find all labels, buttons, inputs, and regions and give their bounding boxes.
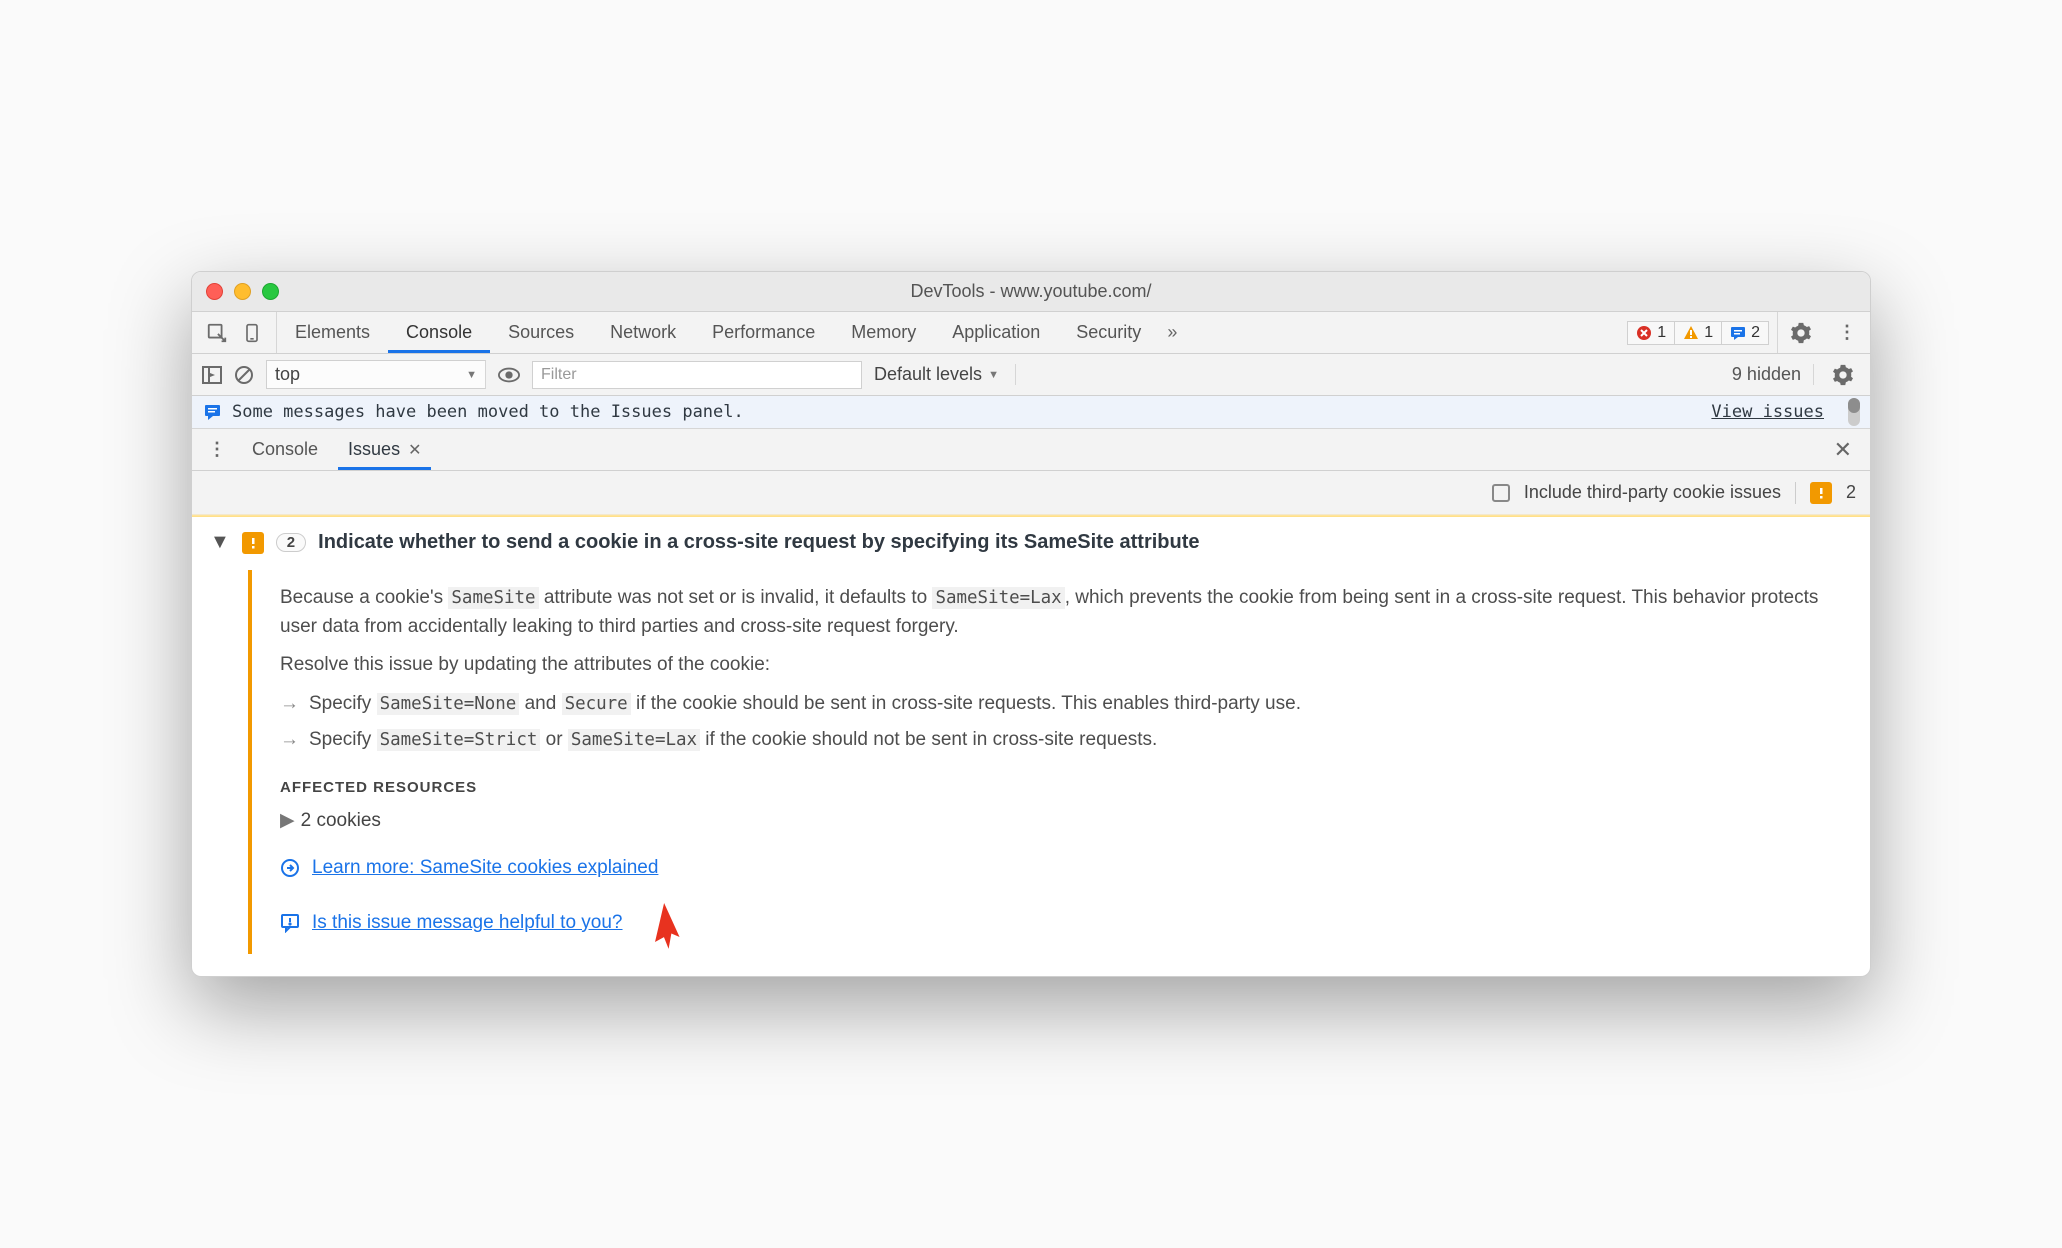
annotation-arrow bbox=[629, 895, 694, 960]
issues-toolbar: Include third-party cookie issues 2 bbox=[192, 471, 1870, 515]
error-counter[interactable]: 1 bbox=[1627, 321, 1675, 345]
drawer-tabs: ⋮ Console Issues ✕ ✕ bbox=[192, 429, 1870, 471]
learn-more-link[interactable]: Learn more: SameSite cookies explained bbox=[312, 854, 658, 883]
live-expression-icon[interactable] bbox=[498, 367, 520, 383]
error-icon bbox=[1636, 325, 1652, 341]
window-title: DevTools - www.youtube.com/ bbox=[910, 281, 1151, 302]
status-counters: 1 1 2 bbox=[1627, 321, 1769, 345]
log-levels-selector[interactable]: Default levels ▼ bbox=[874, 364, 1016, 385]
drawer-tab-console[interactable]: Console bbox=[242, 429, 328, 470]
expand-triangle-icon: ▶ bbox=[280, 810, 295, 831]
titlebar: DevTools - www.youtube.com/ bbox=[192, 272, 1870, 312]
issue-title: Indicate whether to send a cookie in a c… bbox=[318, 531, 1199, 554]
filter-input[interactable]: Filter bbox=[532, 361, 862, 389]
close-window-button[interactable] bbox=[206, 283, 223, 300]
console-settings-button[interactable] bbox=[1826, 364, 1860, 386]
window-controls bbox=[192, 283, 279, 300]
issues-info-bar: Some messages have been moved to the Iss… bbox=[192, 396, 1870, 429]
issue-description-1: Because a cookie's SameSite attribute wa… bbox=[280, 584, 1852, 641]
drawer-tab-issues[interactable]: Issues ✕ bbox=[338, 429, 431, 470]
close-drawer-button[interactable]: ✕ bbox=[1826, 437, 1860, 463]
suggestion-1: → Specify SameSite=None and Secure if th… bbox=[280, 690, 1852, 719]
code-samesite-lax: SameSite=Lax bbox=[932, 587, 1064, 609]
gear-icon bbox=[1790, 322, 1812, 344]
drawer-menu-button[interactable]: ⋮ bbox=[202, 429, 232, 470]
inspect-element-icon[interactable] bbox=[206, 322, 228, 344]
minimize-window-button[interactable] bbox=[234, 283, 251, 300]
context-selector[interactable]: top ▼ bbox=[266, 360, 486, 389]
filter-placeholder: Filter bbox=[541, 366, 577, 383]
warning-counter[interactable]: 1 bbox=[1675, 321, 1722, 345]
warning-icon bbox=[1683, 325, 1699, 341]
device-toolbar-icon[interactable] bbox=[242, 322, 262, 344]
tab-sources[interactable]: Sources bbox=[490, 312, 592, 353]
close-tab-icon[interactable]: ✕ bbox=[408, 440, 421, 460]
toggle-sidebar-icon[interactable] bbox=[202, 366, 222, 384]
settings-button[interactable] bbox=[1777, 312, 1824, 353]
info-count: 2 bbox=[1751, 324, 1760, 342]
context-value: top bbox=[275, 364, 300, 385]
suggestion-2: → Specify SameSite=Strict or SameSite=La… bbox=[280, 726, 1852, 755]
affected-cookies-row[interactable]: ▶ 2 cookies bbox=[280, 807, 1852, 836]
feedback-row: Is this issue message helpful to you? bbox=[280, 900, 1852, 946]
tab-memory[interactable]: Memory bbox=[833, 312, 934, 353]
include-3p-label: Include third-party cookie issues bbox=[1524, 482, 1781, 503]
code-samesite: SameSite bbox=[448, 587, 538, 609]
more-tabs-button[interactable]: » bbox=[1159, 322, 1177, 343]
feedback-icon bbox=[280, 913, 300, 933]
maximize-window-button[interactable] bbox=[262, 283, 279, 300]
arrow-icon: → bbox=[280, 726, 299, 755]
view-issues-link[interactable]: View issues bbox=[1711, 402, 1824, 422]
tab-security[interactable]: Security bbox=[1058, 312, 1159, 353]
issues-badge-icon bbox=[1810, 482, 1832, 504]
more-options-button[interactable]: ⋮ bbox=[1824, 312, 1870, 353]
issue-body: Because a cookie's SameSite attribute wa… bbox=[248, 570, 1852, 954]
affected-resources-header: AFFECTED RESOURCES bbox=[280, 777, 1852, 800]
learn-more-row: Learn more: SameSite cookies explained bbox=[280, 854, 1852, 883]
chevron-down-icon: ▼ bbox=[466, 369, 477, 381]
tab-elements[interactable]: Elements bbox=[277, 312, 388, 353]
issue-header[interactable]: ▼ 2 Indicate whether to send a cookie in… bbox=[210, 531, 1852, 554]
main-tabs: Elements Console Sources Network Perform… bbox=[277, 312, 1159, 353]
drawer-tab-label: Issues bbox=[348, 439, 400, 460]
chevron-down-icon: ▼ bbox=[988, 369, 999, 381]
console-toolbar: top ▼ Filter Default levels ▼ 9 hidden bbox=[192, 354, 1870, 396]
issue-severity-icon bbox=[242, 532, 264, 554]
clear-console-icon[interactable] bbox=[234, 365, 254, 385]
issue-item: ▼ 2 Indicate whether to send a cookie in… bbox=[192, 515, 1870, 976]
warning-count: 1 bbox=[1704, 324, 1713, 342]
issues-count: 2 bbox=[1846, 482, 1856, 503]
issue-description-2: Resolve this issue by updating the attri… bbox=[280, 651, 1852, 680]
info-message: Some messages have been moved to the Iss… bbox=[232, 402, 744, 422]
link-out-icon bbox=[280, 858, 300, 878]
tab-performance[interactable]: Performance bbox=[694, 312, 833, 353]
scrollbar[interactable] bbox=[1848, 398, 1860, 426]
levels-label: Default levels bbox=[874, 364, 982, 385]
main-toolbar: Elements Console Sources Network Perform… bbox=[192, 312, 1870, 354]
error-count: 1 bbox=[1657, 324, 1666, 342]
gear-icon bbox=[1832, 364, 1854, 386]
arrow-icon: → bbox=[280, 690, 299, 719]
include-3p-checkbox[interactable] bbox=[1492, 484, 1510, 502]
devtools-window: DevTools - www.youtube.com/ Elements Con… bbox=[191, 271, 1871, 977]
info-icon bbox=[1730, 325, 1746, 341]
tab-network[interactable]: Network bbox=[592, 312, 694, 353]
tab-console[interactable]: Console bbox=[388, 312, 490, 353]
issue-occurrence-count: 2 bbox=[276, 533, 306, 552]
tab-application[interactable]: Application bbox=[934, 312, 1058, 353]
hidden-messages-label[interactable]: 9 hidden bbox=[1720, 364, 1814, 385]
expand-icon: ▼ bbox=[210, 531, 230, 554]
info-counter[interactable]: 2 bbox=[1722, 321, 1769, 345]
message-icon bbox=[204, 403, 222, 421]
feedback-link[interactable]: Is this issue message helpful to you? bbox=[312, 909, 623, 938]
cookies-count: 2 cookies bbox=[301, 810, 381, 831]
